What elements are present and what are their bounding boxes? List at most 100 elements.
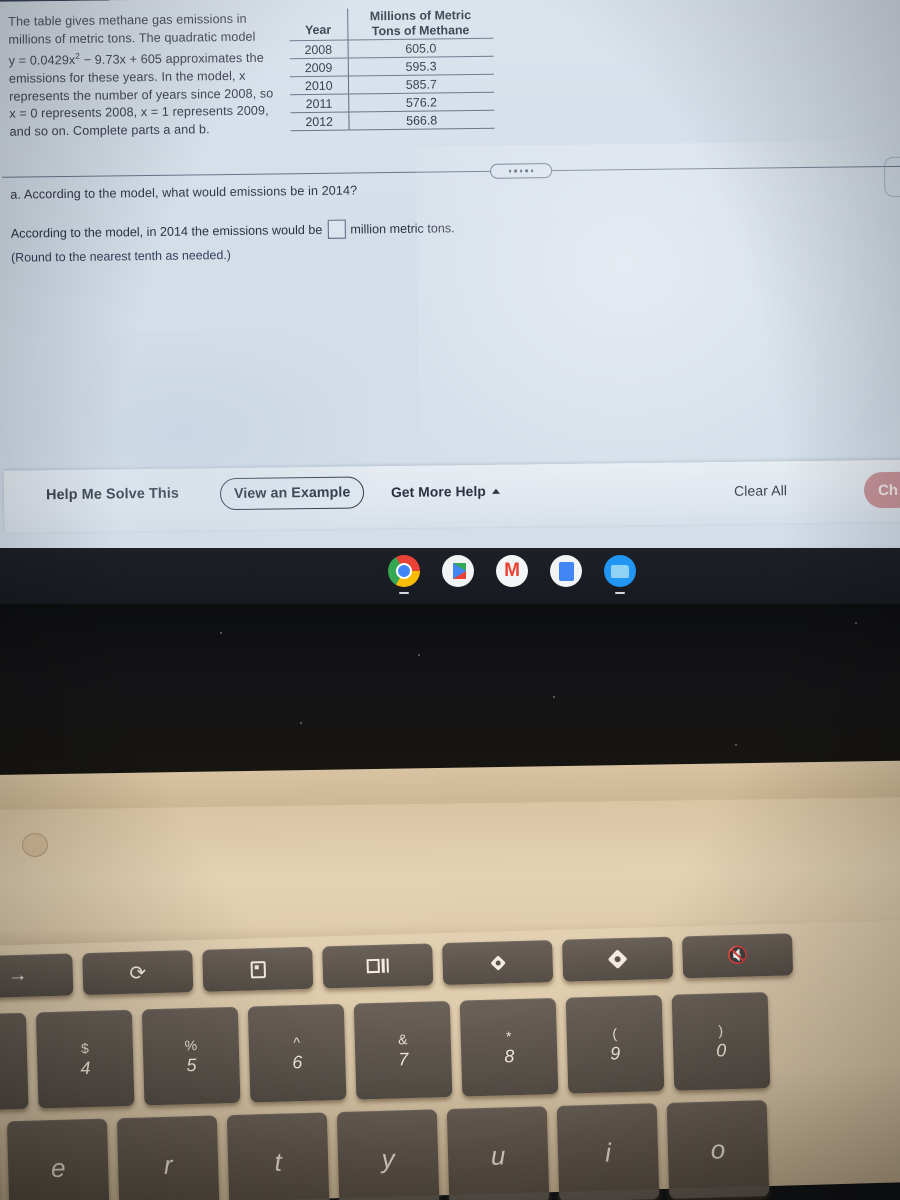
key-overview[interactable] <box>322 943 434 989</box>
clear-all-button[interactable]: Clear All <box>734 482 787 499</box>
cell-value: 605.0 <box>347 38 494 59</box>
check-answer-button[interactable]: Ch <box>863 471 900 509</box>
part-a-answer-line: According to the model, in 2014 the emis… <box>11 216 631 243</box>
files-icon[interactable] <box>604 555 636 594</box>
cell-year: 2012 <box>290 112 349 131</box>
key-4-shift: $ <box>80 1039 89 1056</box>
key-4-label: 4 <box>80 1057 91 1078</box>
cell-year: 2010 <box>289 76 349 95</box>
table-head: Year Millions of Metric Tons of Methane <box>289 7 493 41</box>
get-more-help-label: Get More Help <box>390 483 486 501</box>
key-reload[interactable] <box>82 950 194 996</box>
gmail-icon[interactable]: M <box>496 555 528 587</box>
chromeos-shelf: M <box>0 548 900 604</box>
cell-year: 2011 <box>290 94 349 113</box>
running-indicator <box>615 591 625 594</box>
ellipsis-pill-button[interactable] <box>490 163 553 179</box>
brightness-up-icon <box>607 949 628 970</box>
brightness-down-icon <box>489 954 506 971</box>
key-0[interactable]: ) 0 <box>671 992 771 1091</box>
reload-icon <box>129 960 146 985</box>
key-6[interactable]: ^ 6 <box>247 1003 347 1103</box>
key-9[interactable]: (9 <box>565 994 665 1094</box>
laptop-photo: The table gives methane gas emissions in… <box>0 0 900 1200</box>
key-8-shift: * <box>505 1027 512 1044</box>
col-header-year: Year <box>289 8 348 41</box>
answer-input-box[interactable] <box>327 219 346 239</box>
key-0-label: 0 <box>715 1039 727 1060</box>
homework-toolbar: Help Me Solve This View an Example Get M… <box>3 459 900 533</box>
table-row: 2012 566.8 <box>290 110 495 131</box>
methane-emissions-table: Year Millions of Metric Tons of Methane … <box>289 7 495 132</box>
key-7-label: 7 <box>398 1048 409 1069</box>
keyboard-function-row <box>0 933 794 999</box>
cell-value: 595.3 <box>347 56 494 77</box>
equation-suffix: − 9.73x + 605 approximates the <box>79 50 264 68</box>
keyboard-number-row: #3 $4 %5 ^6 &7 *8 (9 )0 <box>0 992 771 1112</box>
key-t[interactable]: t <box>226 1112 330 1200</box>
chrome-icon[interactable] <box>388 555 420 594</box>
col-header-methane-line1: Millions of Metric <box>369 8 472 24</box>
divider-line <box>2 165 900 179</box>
key-9-shift: ( <box>612 1024 618 1041</box>
mylab-math-page: The table gives methane gas emissions in… <box>0 0 900 560</box>
fullscreen-icon <box>250 960 266 978</box>
key-brightness-down[interactable] <box>442 940 554 986</box>
ellipsis-dot <box>530 169 534 173</box>
view-an-example-button[interactable]: View an Example <box>219 476 365 511</box>
col-header-methane-line2: Tons of Methane <box>371 22 470 38</box>
laptop-keyboard: #3 $4 %5 ^6 &7 *8 (9 )0 w e r t y u i o <box>0 919 900 1200</box>
table-header-row: Year Millions of Metric Tons of Methane <box>289 7 493 41</box>
key-7[interactable]: & 7 <box>353 1000 453 1100</box>
key-5[interactable]: % 5 <box>141 1006 241 1106</box>
key-o[interactable]: o <box>666 1100 770 1199</box>
shelf-icon-list: M <box>388 555 636 594</box>
get-more-help-button[interactable]: Get More Help <box>391 484 500 500</box>
col-header-methane: Millions of Metric Tons of Methane <box>347 7 493 40</box>
key-5-shift: % <box>184 1036 198 1053</box>
ellipsis-dot <box>509 169 512 173</box>
key-y[interactable]: y <box>336 1109 440 1200</box>
forward-arrow-icon <box>8 965 28 988</box>
key-brightness-up[interactable] <box>562 936 674 982</box>
key-7-shift: & <box>397 1030 408 1047</box>
key-6-label: 6 <box>292 1051 303 1072</box>
key-mute[interactable] <box>682 933 794 979</box>
answer-prefix-text: According to the model, in 2014 the emis… <box>10 222 323 241</box>
key-e[interactable]: e <box>6 1118 110 1200</box>
key-3[interactable]: #3 <box>0 1012 29 1112</box>
mute-icon <box>727 946 749 967</box>
speaker-dimple <box>22 833 48 857</box>
cell-value: 566.8 <box>348 110 495 131</box>
chromebook-screen: The table gives methane gas emissions in… <box>0 0 900 560</box>
equation-prefix: y = 0.0429x <box>8 53 76 69</box>
key-forward[interactable] <box>0 953 74 999</box>
caret-up-icon <box>491 488 500 494</box>
key-i[interactable]: i <box>556 1103 660 1200</box>
table-body: 2008 605.0 2009 595.3 2010 585.7 2011 57… <box>289 38 495 131</box>
cell-year: 2008 <box>289 40 348 59</box>
ellipsis-dot <box>525 169 528 173</box>
keyboard-letter-row: w e r t y u i o <box>0 1100 770 1200</box>
help-me-solve-this-button[interactable]: Help Me Solve This <box>46 486 179 504</box>
part-a-block: a. According to the model, what would em… <box>10 180 631 264</box>
cell-value: 585.7 <box>347 74 495 95</box>
cell-value: 576.2 <box>348 92 495 113</box>
key-8-label: 8 <box>503 1045 515 1066</box>
docs-icon[interactable] <box>550 555 582 587</box>
key-fullscreen[interactable] <box>202 946 314 992</box>
key-0-shift: ) <box>718 1021 724 1038</box>
overview-windows-icon <box>366 958 389 974</box>
answer-suffix-text: million metric tons. <box>350 220 455 237</box>
play-store-icon[interactable] <box>442 555 474 587</box>
key-r[interactable]: r <box>116 1115 220 1200</box>
key-u[interactable]: u <box>446 1106 550 1200</box>
key-6-shift: ^ <box>293 1033 301 1050</box>
running-indicator <box>399 591 409 594</box>
clipped-right-widget[interactable] <box>883 156 900 198</box>
cell-year: 2009 <box>289 58 348 77</box>
key-8[interactable]: * 8 <box>459 997 559 1097</box>
key-4[interactable]: $4 <box>35 1009 135 1109</box>
ellipsis-dot <box>514 169 517 173</box>
ellipsis-dot <box>519 169 523 173</box>
